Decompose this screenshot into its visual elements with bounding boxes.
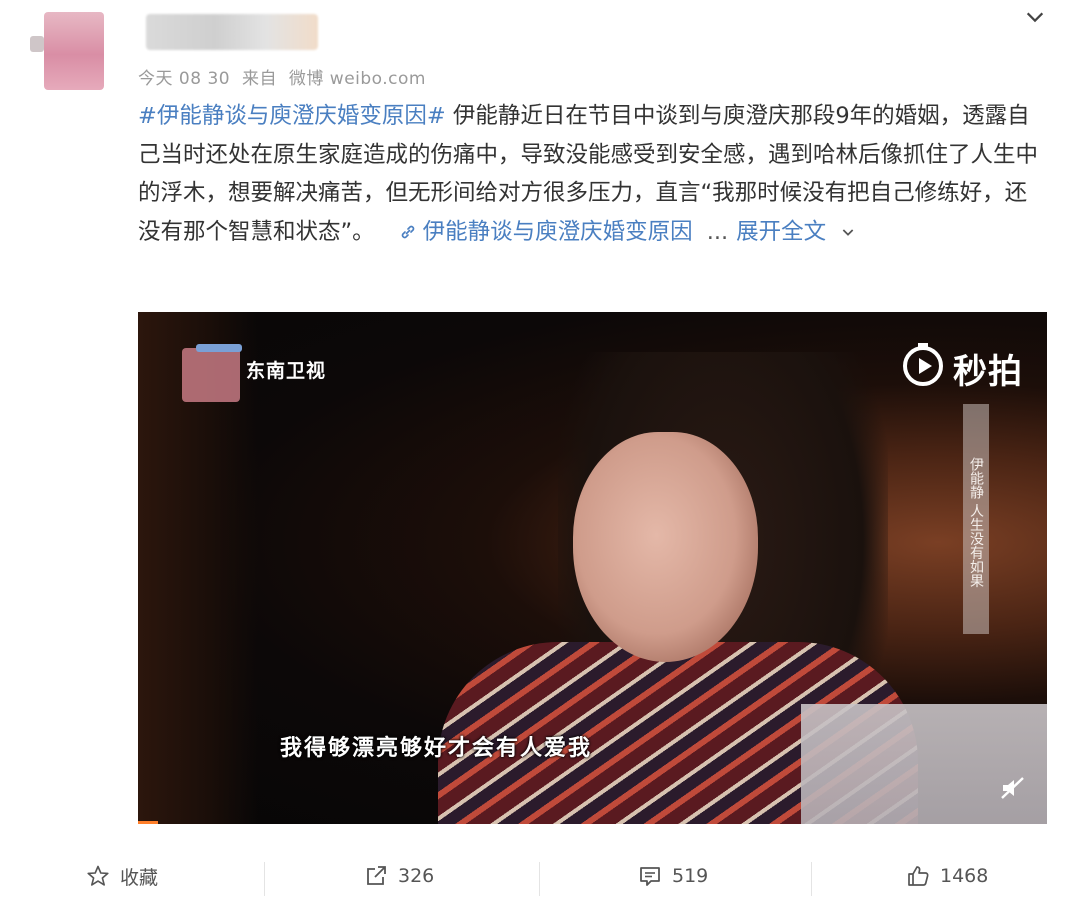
repost-button[interactable]: 326 [364, 850, 434, 902]
divider [811, 862, 812, 896]
ellipsis: ... [706, 218, 729, 245]
post-meta: 今天 08 30 来自 微博 weibo.com [138, 64, 432, 89]
video-progress-bar[interactable] [138, 821, 158, 824]
favorite-button[interactable]: 收藏 [86, 850, 158, 902]
blurred-overlay [801, 704, 1047, 824]
video-player[interactable]: 东南卫视 秒拍 伊能静 人生没有如果 我得够漂亮够好才会有人爱我 [138, 312, 1047, 824]
repost-count: 326 [398, 865, 435, 887]
star-icon [87, 865, 109, 886]
action-bar: 收藏 326 519 1468 [0, 850, 1084, 902]
mute-icon[interactable] [999, 774, 1027, 802]
comment-icon [640, 867, 660, 886]
like-button[interactable]: 1468 [906, 850, 988, 902]
chevron-down-icon[interactable] [1024, 6, 1046, 28]
post-time: 今天 08 30 [138, 69, 231, 89]
topic-link[interactable]: 伊能静谈与庾澄庆婚变原因 [423, 219, 693, 245]
miaopai-play-icon [903, 343, 943, 386]
username-blurred[interactable] [146, 14, 318, 50]
channel-name: 东南卫视 [246, 360, 327, 382]
divider [264, 862, 265, 896]
share-icon [367, 866, 386, 885]
expand-button[interactable]: 展开全文 [736, 219, 826, 245]
channel-logo-accent [196, 344, 242, 352]
chevron-down-icon[interactable] [840, 224, 856, 240]
thumbs-up-icon [908, 866, 929, 886]
hashtag-link[interactable]: #伊能静谈与庾澄庆婚变原因# [138, 103, 446, 129]
channel-logo [182, 348, 240, 402]
source-name[interactable]: 微博 weibo.com [289, 69, 426, 89]
post-text: #伊能静谈与庾澄庆婚变原因# 伊能静近日在节目中谈到与庾澄庆那段9年的婚姻，透露… [138, 97, 1043, 251]
video-subtitle: 我得够漂亮够好才会有人爱我 [280, 736, 593, 761]
favorite-label: 收藏 [120, 866, 159, 889]
link-icon [401, 225, 414, 238]
source-prefix: 来自 [241, 69, 277, 89]
divider [539, 862, 540, 896]
comment-button[interactable]: 519 [638, 850, 708, 902]
show-title-vertical: 伊能静 人生没有如果 [963, 404, 989, 634]
avatar[interactable] [30, 12, 104, 90]
comment-count: 519 [672, 865, 709, 887]
platform-name: 秒拍 [953, 352, 1023, 392]
avatar-blur-fragment [30, 36, 44, 52]
video-person-face [573, 432, 758, 662]
like-count: 1468 [940, 865, 989, 887]
